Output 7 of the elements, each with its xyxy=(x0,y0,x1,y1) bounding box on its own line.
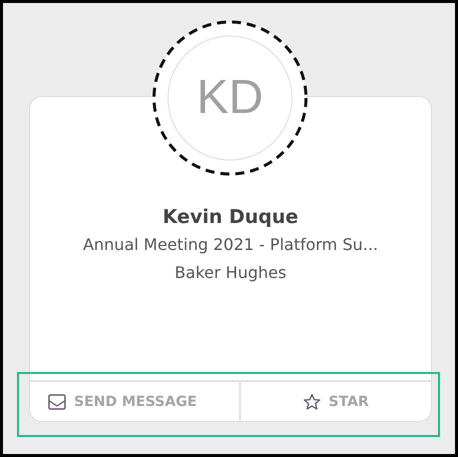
event-name: Annual Meeting 2021 - Platform Su... xyxy=(82,234,378,256)
company-name: Baker Hughes xyxy=(174,262,286,284)
send-message-button[interactable]: SEND MESSAGE xyxy=(30,382,240,421)
person-name: Kevin Duque xyxy=(162,205,298,230)
envelope-icon xyxy=(48,392,66,410)
star-icon xyxy=(302,392,321,410)
avatar-initials: KD xyxy=(196,74,264,122)
